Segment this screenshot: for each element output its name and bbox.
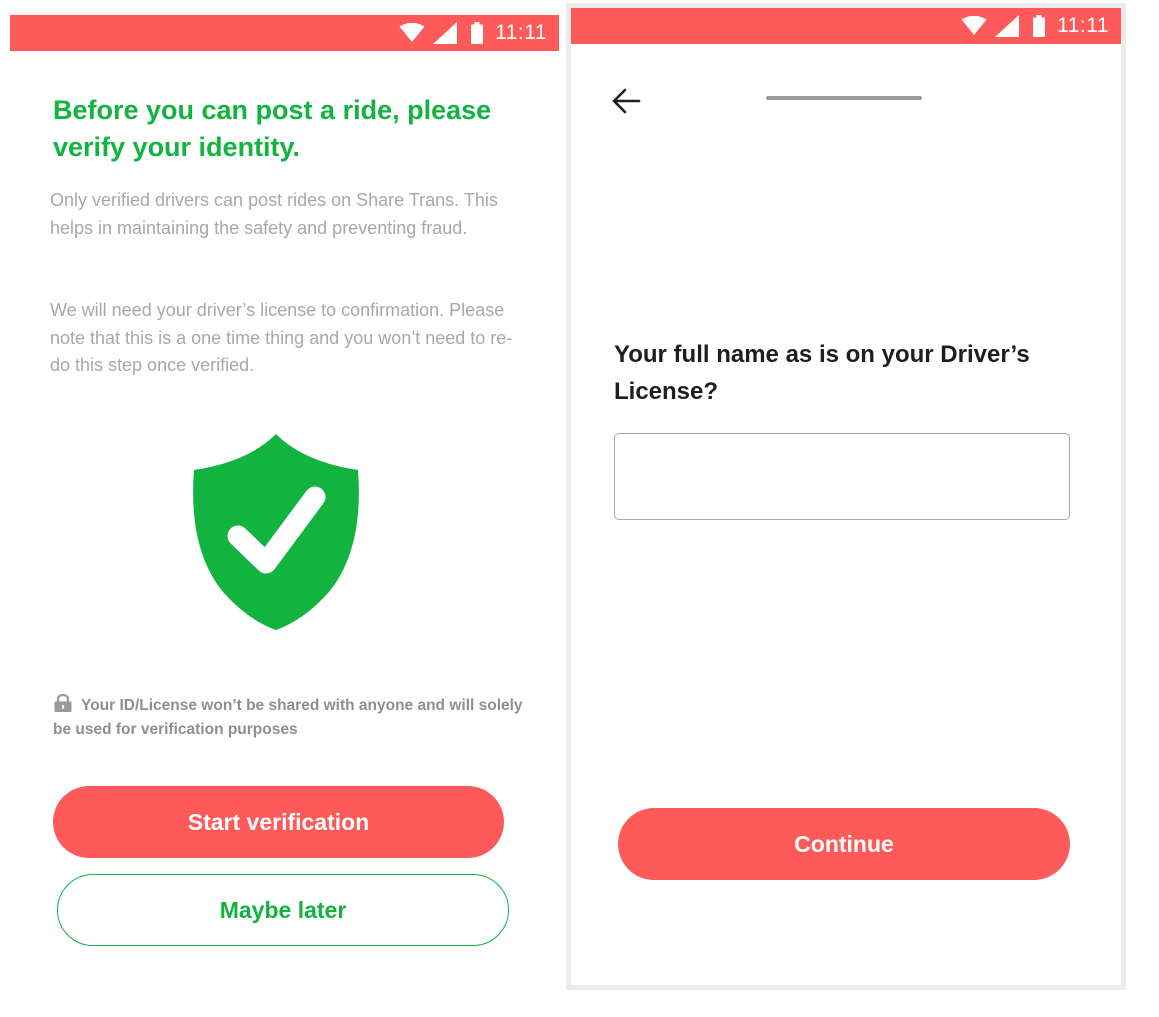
shield-check-icon xyxy=(193,434,359,630)
continue-button[interactable]: Continue xyxy=(618,808,1070,880)
full-name-question: Your full name as is on your Driver’s Li… xyxy=(614,341,1030,405)
cellular-signal-icon xyxy=(995,15,1020,37)
license-paragraph: We will need your driver’s license to co… xyxy=(50,300,513,375)
page-title: Before you can post a ride, please verif… xyxy=(53,95,492,162)
status-icons: 11:11 xyxy=(399,15,547,51)
full-name-screen: 11:11 Your full name as is on your Drive… xyxy=(571,8,1121,985)
start-verification-button[interactable]: Start verification xyxy=(53,786,504,858)
wifi-icon xyxy=(961,16,987,35)
status-icons: 11:11 xyxy=(961,8,1109,44)
cellular-signal-icon xyxy=(433,22,458,44)
wifi-icon xyxy=(399,23,425,42)
status-time: 11:11 xyxy=(1057,14,1109,37)
battery-icon xyxy=(1033,15,1046,37)
verification-intro-screen: 11:11 Before you can post a ride, please… xyxy=(0,0,566,1017)
lock-icon xyxy=(54,694,72,712)
battery-icon xyxy=(471,22,484,44)
status-time: 11:11 xyxy=(495,21,547,44)
maybe-later-button[interactable]: Maybe later xyxy=(57,874,509,946)
progress-bar xyxy=(766,96,922,100)
privacy-note: Your ID/License won’t be shared with any… xyxy=(53,694,523,742)
status-bar: 11:11 xyxy=(571,8,1121,44)
privacy-note-text: Your ID/License won’t be shared with any… xyxy=(53,697,523,738)
full-name-input[interactable] xyxy=(614,433,1070,520)
intro-paragraph: Only verified drivers can post rides on … xyxy=(50,190,498,238)
progress-bar-fill xyxy=(766,96,922,100)
status-bar: 11:11 xyxy=(10,15,559,51)
arrow-left-icon[interactable] xyxy=(611,88,641,114)
